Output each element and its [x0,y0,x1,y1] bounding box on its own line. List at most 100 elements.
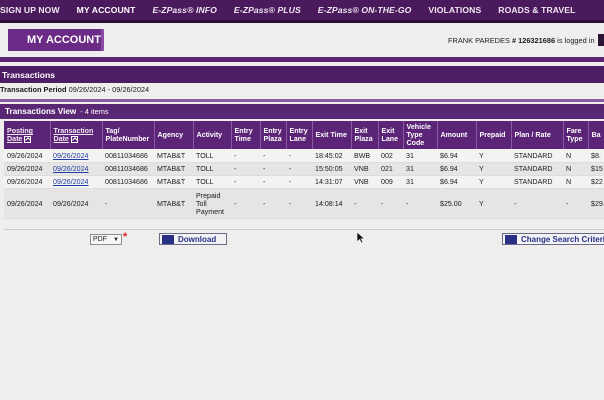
user-name: FRANK PAREDES [448,36,510,45]
table-cell: 09/26/2024 [50,188,102,220]
table-cell: TOLL [193,149,231,163]
nav-item[interactable]: E-ZPass® INFO [152,5,216,15]
table-row[interactable]: 09/26/2024 09/26/2024- MTAB&T Prepaid Toll … [4,188,604,220]
nav-item[interactable]: VIOLATIONS [428,5,481,15]
nav-item[interactable]: E-ZPass® PLUS [234,5,301,15]
table-cell: STANDARD [511,175,563,190]
table-cell: MTAB&T [154,188,193,220]
table-cell: Prepaid Toll Payment [193,188,231,220]
column-header-label: Vehicle Type Code [406,123,431,148]
table-cell: TOLL [193,175,231,190]
column-header: Activity [193,121,232,150]
table-cell: - [231,162,260,177]
column-header-label: Fare Type [566,127,583,144]
table-cell: MTAB&T [154,149,193,163]
column-header: Ba [588,121,604,150]
table-cell: 31 [403,162,437,177]
column-header[interactable]: Posting Date [4,121,51,150]
download-icon [162,234,174,244]
table-cell[interactable]: 09/26/2024 [50,162,102,177]
table-cell: TOLL [193,162,231,177]
table-cell: $6.94 [437,175,476,190]
table-cell: - [260,162,286,177]
chevron-down-icon: ▼ [113,237,119,243]
nav-item[interactable]: SIGN UP NOW [0,5,60,15]
table-cell: 00811034686 [102,162,154,177]
download-button[interactable]: Download [159,233,227,245]
table-cell: Y [476,162,511,177]
period-label: Transaction Period [0,85,67,94]
table-cell: $29. [588,188,604,220]
sort-icon[interactable] [70,135,78,143]
column-header: Entry Time [231,121,261,150]
table-cell: - [286,188,312,220]
column-header: Plan / Rate [511,121,564,150]
logout-button[interactable] [598,34,604,46]
table-cell: 021 [378,162,403,177]
export-format-select[interactable]: PDF ▼ [90,234,122,245]
my-account-banner: MY ACCOUNT [8,29,104,51]
column-header-label: Tag/ PlateNumber [105,127,150,144]
nav-item[interactable]: E-ZPass® ON-THE-GO [318,5,412,15]
table-cell: 31 [403,149,437,163]
table-cell: 15:50:05 [312,162,351,177]
section-divider [0,57,604,62]
table-cell: 09/26/2024 [4,175,50,190]
table-cell[interactable]: 09/26/2024 [50,175,102,190]
period-value: 09/26/2024 - 09/26/2024 [68,85,150,94]
table-header-row: Posting Date Transaction Date Tag/ PlateNu… [4,121,604,150]
column-header-label: Entry Plaza [263,127,282,144]
table-cell: 31 [403,175,437,190]
column-header: Fare Type [563,121,589,150]
nav-item[interactable]: ROADS & TRAVEL [498,5,575,15]
column-header: Exit Plaza [351,121,379,150]
change-search-label: Change Search Criteria [521,234,604,244]
table-cell: $8. [588,149,604,163]
column-header-label: Plan / Rate [514,131,551,140]
download-label: Download [178,234,217,244]
column-header-label: Amount [440,131,468,140]
transaction-period: Transaction Period 09/26/2024 - 09/26/20… [0,85,149,94]
table-cell: BWB [351,149,378,163]
column-header-label: Prepaid [479,131,506,140]
table-cell: - [286,162,312,177]
table-cell: - [231,149,260,163]
table-cell: 14:08:14 [312,188,351,220]
nav-divider [0,20,604,23]
section-divider [0,99,604,102]
column-header[interactable]: Transaction Date [50,121,103,150]
table-cell: VNB [351,162,378,177]
table-cell: - [102,188,154,220]
table-cell: 00811034686 [102,175,154,190]
table-cell: $15 [588,162,604,177]
change-search-criteria-button[interactable]: Change Search Criteria [502,233,604,245]
table-cell: 09/26/2024 [4,188,50,220]
table-cell: 18:45:02 [312,149,351,163]
table-row[interactable]: 09/26/2024 09/26/2024 00811034686 MTAB&T TOL… [4,175,604,190]
table-cell: $6.94 [437,149,476,163]
required-asterisk-icon: * [123,231,128,243]
column-header: Amount [437,121,477,150]
top-navigation: SIGN UP NOW MY ACCOUNT E-ZPass® INFO E-ZPas… [0,0,604,20]
column-header-label: Entry Time [234,127,253,144]
table-cell[interactable]: 09/26/2024 [50,149,102,163]
sort-icon[interactable] [24,135,32,143]
table-cell: MTAB&T [154,162,193,177]
table-cell: VNB [351,175,378,190]
table-row[interactable]: 09/26/2024 09/26/2024 00811034686 MTAB&T TOL… [4,149,604,163]
table-cell: 009 [378,175,403,190]
table-row[interactable]: 09/26/2024 09/26/2024 00811034686 MTAB&T TOL… [4,162,604,177]
table-cell: N [563,175,588,190]
column-header: Agency [154,121,194,150]
transactions-section-header: Transactions [0,66,604,83]
column-header: Exit Time [312,121,352,150]
search-criteria-icon [505,234,517,244]
export-format-value: PDF [93,236,107,243]
table-cell: $22 [588,175,604,190]
table-cell: $6.94 [437,162,476,177]
column-header-label: Ba [591,131,601,140]
nav-item[interactable]: MY ACCOUNT [77,5,136,15]
table-cell: MTAB&T [154,175,193,190]
column-header: Prepaid [476,121,512,150]
table-cell: - [403,188,437,220]
